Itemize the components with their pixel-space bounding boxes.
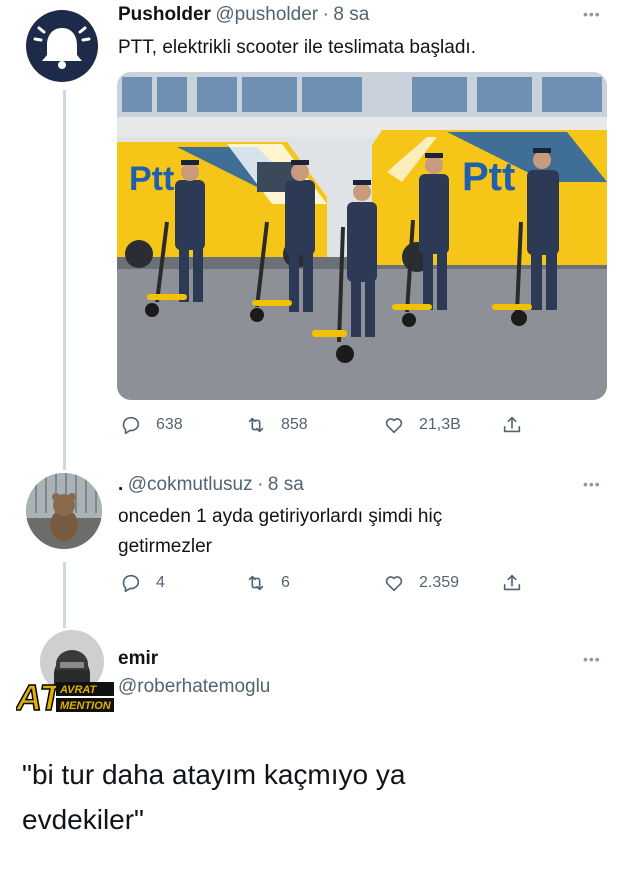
tweet1-like-count: 21,3B — [419, 416, 461, 433]
tweet3-text-line2: evdekiler" — [22, 804, 144, 835]
reply-icon — [122, 574, 140, 593]
tweet1-reply-button[interactable]: 638 — [120, 414, 245, 436]
like-icon — [385, 418, 403, 434]
tweet2-text: onceden 1 ayda getiriyorlardı şimdi hiç … — [118, 502, 442, 562]
tweet2-separator: · — [257, 474, 264, 495]
bell-icon — [33, 26, 91, 69]
tweet2-retweet-button[interactable]: 6 — [245, 572, 383, 594]
tweet2-text-line2: getirmezler — [118, 536, 212, 557]
like-icon — [385, 576, 403, 592]
tweet2-handle[interactable]: @cokmutlusuz — [128, 474, 253, 495]
watermark-line2: MENTION — [60, 700, 112, 712]
tweet2-like-count: 2.359 — [419, 574, 460, 591]
tweet2-header: . @cokmutlusuz · 8 sa — [118, 474, 304, 496]
watermark-line1: AVRAT — [59, 684, 98, 696]
tweet3-name[interactable]: emir — [118, 648, 270, 670]
retweet-icon — [248, 575, 264, 591]
tweet1-name[interactable]: Pusholder — [118, 4, 211, 25]
tweet1-like-button[interactable]: 21,3B — [383, 414, 501, 436]
van-logo-left: Ptt — [129, 160, 174, 198]
tweet3-more-icon[interactable]: ••• — [583, 651, 601, 667]
tweet3-handle[interactable]: @roberhatemoglu — [118, 676, 270, 698]
tweet2-retweet-count: 6 — [281, 574, 290, 591]
tweet2-actions: 4 6 2.359 — [120, 572, 540, 594]
tweet2-name[interactable]: . — [118, 474, 123, 495]
reply-icon — [122, 416, 140, 435]
tweet2-like-button[interactable]: 2.359 — [383, 572, 501, 594]
tweet2-more-icon[interactable]: ••• — [583, 476, 601, 492]
retweet-icon — [248, 417, 264, 433]
tweet2-reply-button[interactable]: 4 — [120, 572, 245, 594]
tweet1-separator: · — [322, 4, 329, 25]
tweet1-retweet-count: 858 — [281, 416, 308, 433]
tweet1-text: PTT, elektrikli scooter ile teslimata ba… — [118, 37, 476, 58]
avrat-mention-logo: AT AVRAT MENTION — [14, 672, 116, 719]
tweet1-time[interactable]: 8 sa — [333, 4, 369, 25]
thread-line-2 — [63, 562, 66, 628]
tweet3-text: "bi tur daha atayım kaçmıyo ya evdekiler… — [22, 752, 405, 842]
tweet1-photo[interactable]: Ptt Ptt — [117, 72, 607, 400]
tweet1-actions: 638 858 21,3B — [120, 414, 540, 436]
cokmutlusuz-avatar[interactable] — [26, 473, 102, 549]
tweet2-text-line1: onceden 1 ayda getiriyorlardı şimdi hiç — [118, 506, 443, 527]
tweet1-retweet-button[interactable]: 858 — [245, 414, 383, 436]
tweet2-share-button[interactable] — [501, 572, 523, 594]
tweet1-more-icon[interactable]: ••• — [583, 6, 601, 22]
tweet1-reply-count: 638 — [156, 416, 183, 433]
van-logo-right: Ptt — [462, 155, 515, 199]
pusholder-avatar[interactable] — [26, 10, 98, 82]
share-icon — [503, 416, 521, 433]
tweet1-header: Pusholder @pusholder · 8 sa — [118, 4, 369, 26]
tweet3-header: emir @roberhatemoglu — [118, 648, 270, 698]
tweet3-text-line1: "bi tur daha atayım kaçmıyo ya — [22, 759, 406, 790]
tweet1-share-button[interactable] — [501, 414, 523, 436]
share-icon — [503, 574, 521, 591]
tweet1-handle[interactable]: @pusholder — [215, 4, 318, 25]
tweet2-time[interactable]: 8 sa — [268, 474, 304, 495]
tweet2-reply-count: 4 — [156, 574, 165, 591]
thread-line-1 — [63, 90, 66, 470]
